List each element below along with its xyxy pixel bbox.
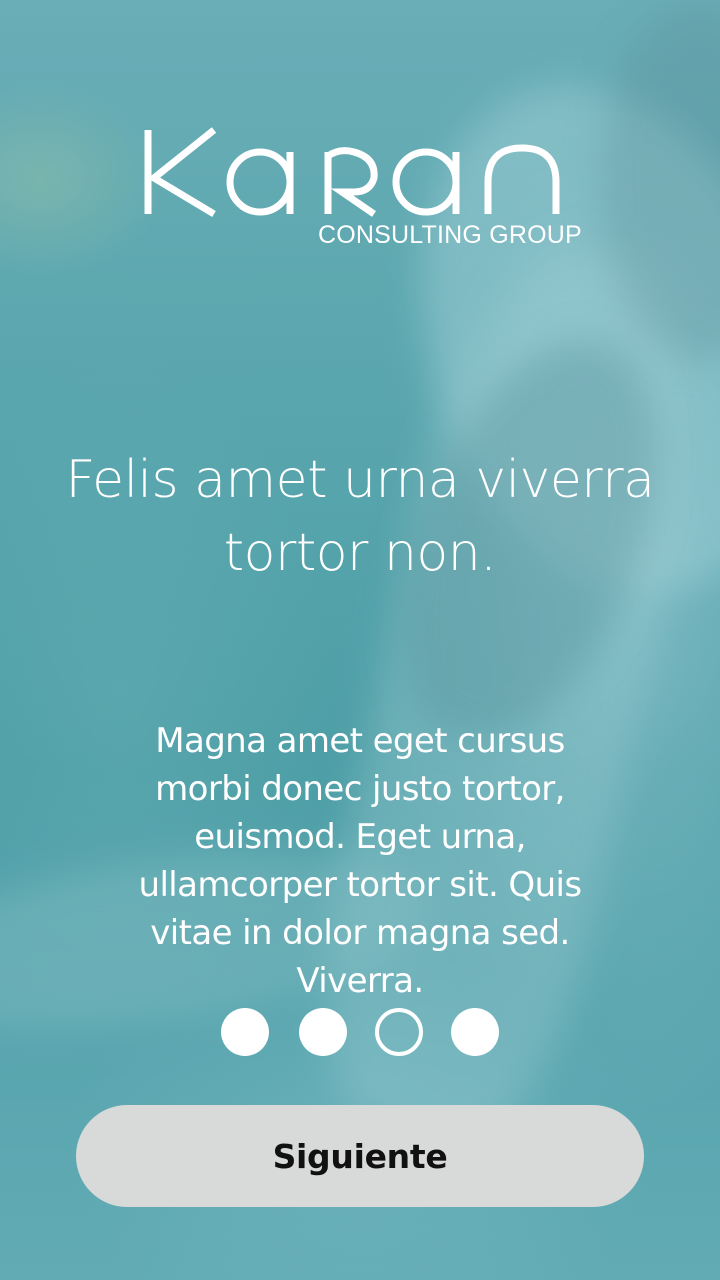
onboarding-headline: Felis amet urna viverra tortor non. <box>65 450 655 583</box>
onboarding-description: Magna amet eget cursus morbi donec justo… <box>138 721 583 1001</box>
pager-dot-3-current[interactable] <box>375 1008 423 1056</box>
onboarding-screen: CONSULTING GROUP Felis amet urna viverra… <box>0 0 720 1280</box>
next-button-label: Siguiente <box>272 1136 448 1176</box>
logo-subtitle: CONSULTING GROUP <box>318 221 582 249</box>
pager-dots <box>221 1008 501 1058</box>
pager-dot-1[interactable] <box>221 1008 269 1056</box>
brand-logo: CONSULTING GROUP <box>142 126 582 256</box>
next-button[interactable]: Siguiente <box>76 1105 644 1207</box>
pager-dot-4[interactable] <box>451 1008 499 1056</box>
pager-dot-2[interactable] <box>299 1008 347 1056</box>
logo-wordmark <box>144 127 560 218</box>
